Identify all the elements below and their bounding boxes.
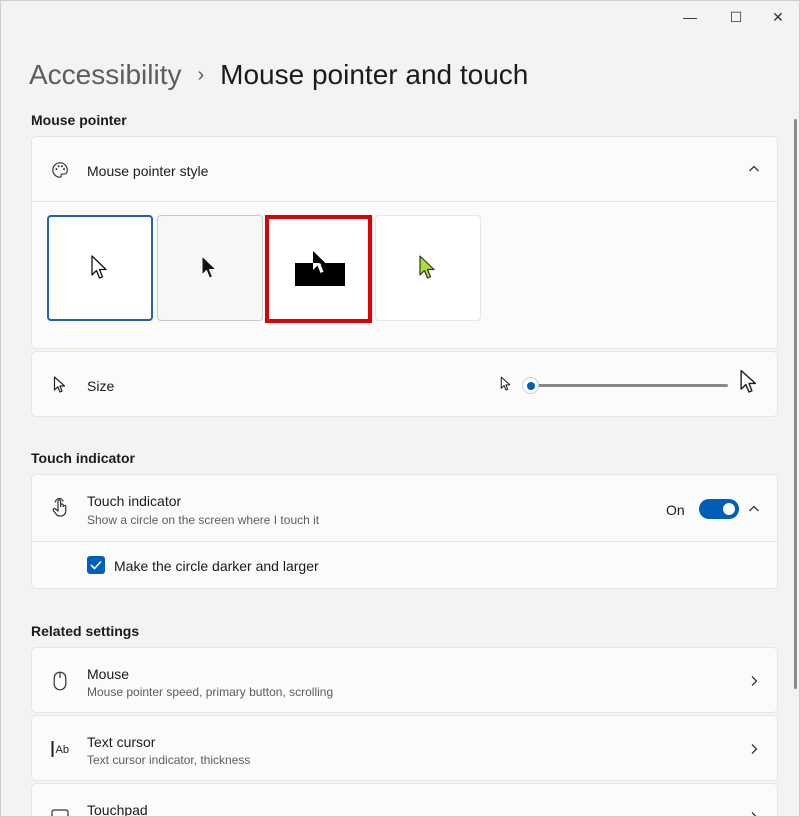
maximize-button[interactable]: ☐: [713, 1, 759, 33]
close-icon: ✕: [772, 8, 784, 25]
darker-circle-option: Make the circle darker and larger: [32, 542, 777, 590]
pointer-style-options: [32, 202, 777, 350]
breadcrumb-parent-link[interactable]: Accessibility: [29, 59, 181, 91]
minimize-icon: —: [683, 9, 697, 25]
touch-indicator-subtitle: Show a circle on the screen where I touc…: [87, 513, 320, 527]
related-setting-mouse[interactable]: Mouse Mouse pointer speed, primary butto…: [31, 647, 778, 713]
settings-window: — ☐ ✕ Accessibility › Mouse pointer and …: [0, 0, 800, 817]
mouse-pointer-style-card: Mouse pointer style: [31, 136, 778, 349]
size-slider-thumb[interactable]: [522, 377, 539, 394]
related-setting-subtitle: Mouse pointer speed, primary button, scr…: [87, 685, 334, 699]
touch-hand-icon: [50, 498, 70, 518]
related-setting-text-cursor[interactable]: Ab Text cursor Text cursor indicator, th…: [31, 715, 778, 781]
touchpad-icon: [50, 807, 70, 816]
checkmark-icon: [90, 560, 102, 570]
mouse-pointer-style-title: Mouse pointer style: [87, 163, 209, 179]
chevron-up-icon[interactable]: [747, 162, 761, 176]
inverted-pointer-icon: [295, 251, 345, 286]
touch-indicator-toggle[interactable]: [699, 499, 739, 519]
black-pointer-icon: [201, 255, 217, 279]
touch-indicator-title: Touch indicator: [87, 493, 182, 509]
related-setting-title: Text cursor: [87, 734, 156, 750]
section-title-touch-indicator: Touch indicator: [31, 450, 135, 466]
maximize-icon: ☐: [729, 8, 743, 25]
section-title-related-settings: Related settings: [31, 623, 140, 639]
pointer-size-card: Size: [31, 351, 778, 417]
close-button[interactable]: ✕: [755, 1, 799, 33]
text-cursor-icon: Ab: [50, 739, 74, 759]
white-pointer-icon: [91, 255, 107, 279]
scrollbar[interactable]: [794, 119, 797, 689]
svg-text:Ab: Ab: [56, 744, 69, 756]
mouse-pointer-style-header[interactable]: Mouse pointer style: [32, 137, 777, 201]
custom-color-pointer-icon: [419, 255, 435, 279]
mouse-icon: [50, 671, 70, 691]
chevron-right-icon: [747, 810, 761, 816]
darker-circle-label: Make the circle darker and larger: [114, 558, 319, 574]
chevron-right-icon: [747, 742, 761, 756]
darker-circle-checkbox[interactable]: [87, 556, 105, 574]
page-title: Mouse pointer and touch: [220, 59, 529, 90]
pointer-style-white-option[interactable]: [47, 215, 153, 321]
touch-indicator-header[interactable]: Touch indicator Show a circle on the scr…: [32, 475, 777, 541]
chevron-right-icon: [747, 674, 761, 688]
touch-indicator-card: Touch indicator Show a circle on the scr…: [31, 474, 778, 589]
breadcrumb: Accessibility › Mouse pointer and touch: [29, 57, 528, 93]
size-slider[interactable]: [522, 377, 728, 394]
large-cursor-icon: [739, 368, 759, 401]
section-title-mouse-pointer: Mouse pointer: [31, 112, 127, 128]
related-setting-touchpad[interactable]: Touchpad: [31, 783, 778, 817]
breadcrumb-separator-icon: ›: [197, 63, 205, 86]
chevron-up-icon[interactable]: [747, 502, 761, 516]
related-setting-title: Touchpad: [87, 802, 148, 817]
minimize-button[interactable]: —: [667, 1, 713, 33]
related-setting-title: Mouse: [87, 666, 130, 682]
pointer-style-inverted-option[interactable]: [267, 215, 373, 321]
touch-indicator-toggle-label: On: [666, 502, 685, 518]
cursor-icon: [50, 375, 70, 395]
pointer-style-custom-option[interactable]: [375, 215, 481, 321]
small-cursor-icon: [500, 376, 512, 397]
palette-icon: [50, 160, 70, 180]
pointer-style-black-option[interactable]: [157, 215, 263, 321]
related-setting-subtitle: Text cursor indicator, thickness: [87, 753, 251, 767]
size-title: Size: [87, 378, 115, 394]
